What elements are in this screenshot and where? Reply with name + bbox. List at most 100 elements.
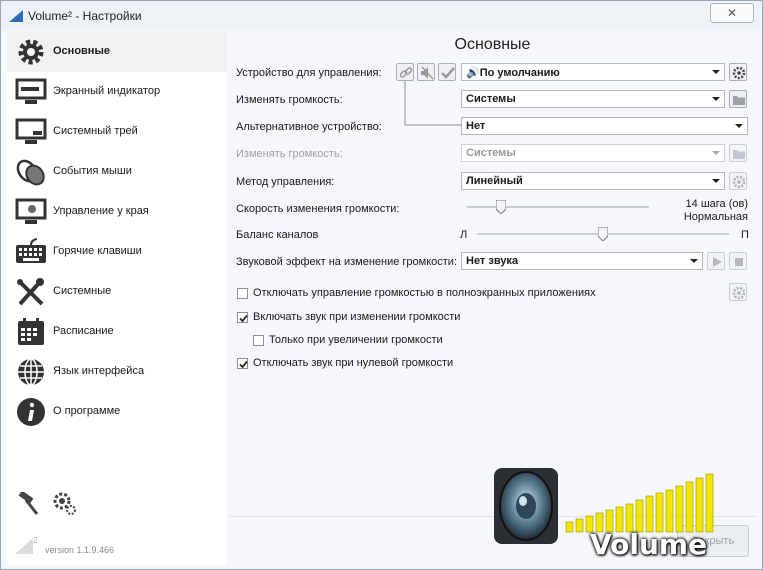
sound-effect-value: Нет звука <box>466 255 519 267</box>
sidebar-item-general[interactable]: Основные <box>7 32 227 72</box>
gear-icon <box>18 39 44 65</box>
gear-icon <box>732 286 746 300</box>
screen-edge-icon <box>15 198 47 224</box>
sidebar-item-label: Язык интерфейса <box>53 365 145 377</box>
link-button[interactable] <box>396 63 414 81</box>
folder-icon <box>733 150 745 159</box>
sidebar-item-mouse[interactable]: События мыши <box>7 152 227 192</box>
sidebar-item-about[interactable]: О программе <box>7 392 227 432</box>
logo-text: Volume <box>590 528 708 561</box>
sidebar-item-label: Системные <box>53 285 112 297</box>
link-connector <box>404 81 461 126</box>
balance-slider[interactable] <box>477 227 729 241</box>
version-mark: 2 <box>33 536 38 545</box>
alt-device-label: Альтернативное устройство: <box>236 121 382 133</box>
sidebar-item-osd[interactable]: Экранный индикатор <box>7 72 227 112</box>
link-icon <box>399 67 413 78</box>
sidebar-item-screen-edge[interactable]: Управление у края <box>7 192 227 232</box>
close-icon: ✕ <box>727 6 738 20</box>
sidebar-item-system[interactable]: Системные <box>7 272 227 312</box>
globe-icon <box>18 358 44 386</box>
sidebar-item-language[interactable]: Язык интерфейса <box>7 352 227 392</box>
speaker-muted-icon <box>421 66 434 80</box>
mute-device-button[interactable] <box>417 63 435 81</box>
sidebar-item-label: Управление у края <box>53 205 149 217</box>
alt-change-volume-label: Изменять громкость: <box>236 148 343 160</box>
speed-description-text: Нормальная <box>683 211 748 223</box>
brush-icon[interactable] <box>17 492 41 516</box>
window-title: Volume² - Настройки <box>28 9 142 23</box>
device-label: Устройство для управления: <box>236 67 382 79</box>
speed-steps-text: 14 шага (ов) <box>685 198 748 210</box>
tools-icon <box>17 278 44 306</box>
alt-change-volume-select[interactable]: Системы <box>461 144 725 162</box>
mouse-icon <box>16 159 45 186</box>
settings-gear-icon[interactable] <box>53 492 77 516</box>
gear-icon <box>732 175 746 189</box>
only-increase-checkbox[interactable] <box>253 335 264 346</box>
balance-label: Баланс каналов <box>236 229 319 241</box>
sidebar-item-label: Горячие клавиши <box>53 245 142 257</box>
alt-change-volume-value: Системы <box>466 147 516 159</box>
volume-app-icon <box>9 10 23 22</box>
method-label: Метод управления: <box>236 176 335 188</box>
sidebar-item-label: Расписание <box>53 325 114 337</box>
sidebar-item-hotkeys[interactable]: Горячие клавиши <box>7 232 227 272</box>
balance-right-label: П <box>741 229 749 241</box>
sidebar-item-label: О программе <box>53 405 121 417</box>
confirm-device-button[interactable] <box>438 63 456 81</box>
speed-slider[interactable] <box>467 200 649 214</box>
sidebar-item-label: Основные <box>53 45 110 57</box>
device-settings-button[interactable] <box>729 63 747 81</box>
sidebar: Основные Экранный индикатор Системный тр… <box>7 32 227 565</box>
change-volume-browse-button[interactable] <box>729 90 747 108</box>
speed-slider-thumb[interactable] <box>496 200 506 214</box>
alt-change-volume-browse-button[interactable] <box>729 144 747 162</box>
calendar-icon <box>18 318 44 345</box>
sidebar-item-label: Экранный индикатор <box>53 85 161 97</box>
method-select[interactable]: Линейный <box>461 172 725 190</box>
method-value: Линейный <box>466 175 523 187</box>
folder-icon <box>733 96 745 105</box>
sound-effect-select[interactable]: Нет звука <box>461 252 703 270</box>
change-volume-value: Системы <box>466 93 516 105</box>
only-increase-label: Только при увеличении громкости <box>269 334 443 346</box>
balance-slider-thumb[interactable] <box>598 227 608 241</box>
version-text: version 1.1.9.466 <box>45 545 115 555</box>
fullscreen-disable-checkbox[interactable] <box>237 288 248 299</box>
close-window-button[interactable]: ✕ <box>710 3 754 23</box>
change-volume-select[interactable]: Системы <box>461 90 725 108</box>
sound-on-change-checkbox[interactable] <box>237 312 248 323</box>
gear-icon <box>732 66 746 80</box>
mute-at-zero-checkbox[interactable] <box>237 358 248 369</box>
monitor-icon <box>15 78 47 104</box>
title-bar: Volume² - Настройки ✕ <box>1 1 762 31</box>
tray-icon <box>15 118 47 144</box>
device-select-value: 🔊По умолчанию <box>466 67 560 79</box>
volume-logo: Volume <box>490 460 730 566</box>
keyboard-icon <box>16 238 46 263</box>
sidebar-item-tray[interactable]: Системный трей <box>7 112 227 152</box>
speed-slider-track <box>467 206 649 208</box>
play-sound-button[interactable] <box>707 252 725 270</box>
check-mark <box>239 314 248 323</box>
method-settings-button[interactable] <box>729 172 747 190</box>
mute-at-zero-label: Отключать звук при нулевой громкости <box>253 357 454 369</box>
change-volume-label: Изменять громкость: <box>236 94 343 106</box>
sound-effect-label: Звуковой эффект на изменение громкости: <box>236 256 458 268</box>
sidebar-item-schedule[interactable]: Расписание <box>7 312 227 352</box>
stop-sound-button[interactable] <box>729 252 747 270</box>
fullscreen-disable-label: Отключать управление громкостью в полноэ… <box>253 287 596 299</box>
play-icon <box>713 257 722 267</box>
alt-device-select[interactable]: Нет <box>461 117 748 135</box>
check-icon <box>441 67 455 79</box>
balance-left-label: Л <box>460 229 468 241</box>
speed-label: Скорость изменения громкости: <box>236 203 400 215</box>
sidebar-item-label: События мыши <box>53 165 132 177</box>
version-triangle-icon <box>15 538 33 554</box>
fullscreen-settings-button[interactable] <box>729 283 747 301</box>
sidebar-item-label: Системный трей <box>53 125 138 137</box>
info-icon <box>17 398 45 426</box>
sound-on-change-label: Включать звук при изменении громкости <box>253 311 461 323</box>
device-select[interactable]: 🔊По умолчанию <box>461 63 725 81</box>
